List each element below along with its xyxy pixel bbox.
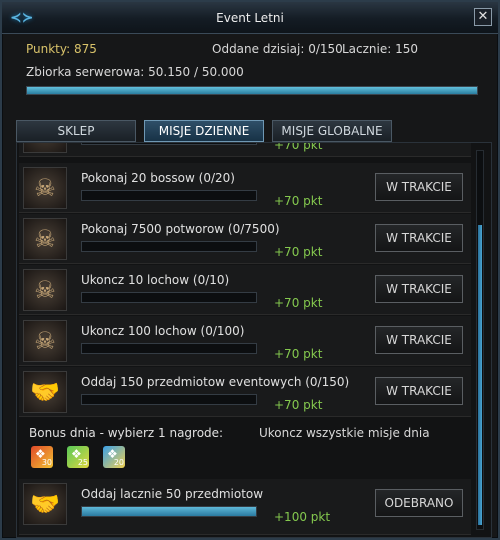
mission-reward: +70 pkt	[274, 142, 323, 152]
mission-progress-fill	[82, 507, 256, 516]
mission-progress-bar	[81, 241, 257, 252]
skull-icon: ☠	[23, 167, 67, 209]
mission-row: ☠ Pokonaj 20 bossow (0/20) +70 pkt W TRA…	[19, 163, 471, 213]
handshake-icon: 🤝	[23, 483, 67, 525]
mission-row: 🤝 Oddaj 150 przedmiotow eventowych (0/15…	[19, 367, 471, 417]
tab-global-missions[interactable]: MISJE GLOBALNE	[272, 120, 392, 142]
mission-row: ☠ +70 pkt	[19, 142, 471, 157]
mission-reward: +70 pkt	[274, 347, 323, 361]
mission-name: Ukoncz 100 lochow (0/100)	[81, 324, 245, 338]
skull-icon: ☠	[23, 320, 67, 362]
given-today-label: Oddane dzisiaj: 0/150	[212, 42, 343, 56]
total-label: Lacznie: 150	[342, 42, 419, 56]
gift-chest-icon[interactable]: ❖ 30	[31, 446, 53, 468]
bonus-hint: Ukoncz wszystkie misje dnia	[259, 426, 430, 440]
skull-icon: ☠	[23, 269, 67, 311]
mission-row: ☠ Ukoncz 10 lochow (0/10) +70 pkt W TRAK…	[19, 265, 471, 315]
title-bar[interactable]: ≺≻ Event Letni ✕	[2, 2, 498, 34]
skull-icon: ☠	[23, 218, 67, 260]
mission-status-button[interactable]: W TRAKCIE	[375, 275, 463, 303]
tab-daily-missions[interactable]: MISJE DZIENNE	[144, 120, 264, 142]
gift-box-icon: ❖	[107, 447, 118, 461]
mission-progress-bar	[81, 394, 257, 405]
mission-reward: +70 pkt	[274, 296, 323, 310]
mission-row: ☠ Ukoncz 100 lochow (0/100) +70 pkt W TR…	[19, 316, 471, 366]
mission-progress-bar	[81, 343, 257, 354]
mission-status-button[interactable]: W TRAKCIE	[375, 377, 463, 405]
mission-name: Oddaj 150 przedmiotow eventowych (0/150)	[81, 375, 350, 389]
mission-name: Pokonaj 20 bossow (0/20)	[81, 171, 235, 185]
close-button[interactable]: ✕	[474, 8, 492, 26]
mission-list: ☠ +70 pkt ☠ Pokonaj 20 bossow (0/20) +70…	[16, 142, 492, 538]
mission-progress-bar	[81, 143, 257, 145]
gift-box-icon: ❖	[71, 447, 82, 461]
mission-status-button[interactable]: W TRAKCIE	[375, 173, 463, 201]
server-collection-label: Zbiorka serwerowa: 50.150 / 50.000	[26, 65, 244, 79]
mission-status-button[interactable]: W TRAKCIE	[375, 224, 463, 252]
event-window: ≺≻ Event Letni ✕ Punkty: 875 Oddane dzis…	[0, 0, 500, 540]
bonus-label: Bonus dnia - wybierz 1 nagrode:	[29, 426, 224, 440]
skull-icon: ☠	[23, 143, 67, 153]
server-progress-fill	[27, 87, 477, 94]
gift-box-icon: ❖	[35, 447, 46, 461]
mission-progress-bar	[81, 190, 257, 201]
window-title: Event Letni	[216, 11, 284, 25]
scrollbar-thumb[interactable]	[478, 225, 482, 525]
mission-status-button[interactable]: W TRAKCIE	[375, 326, 463, 354]
mission-progress-bar	[81, 506, 257, 517]
daily-bonus-panel: Bonus dnia - wybierz 1 nagrode: Ukoncz w…	[19, 419, 471, 477]
tab-shop[interactable]: SKLEP	[16, 120, 136, 142]
mission-reward: +70 pkt	[274, 194, 323, 208]
gift-chest-icon[interactable]: ❖ 20	[103, 446, 125, 468]
mission-reward: +70 pkt	[274, 398, 323, 412]
mission-progress-bar	[81, 292, 257, 303]
mission-reward: +100 pkt	[274, 510, 331, 524]
event-info-panel: Punkty: 875 Oddane dzisiaj: 0/150 Laczni…	[12, 34, 488, 104]
mission-row: 🤝 Oddaj lacznie 50 przedmiotow +100 pkt …	[19, 479, 471, 535]
mission-name: Oddaj lacznie 50 przedmiotow	[81, 487, 264, 501]
mission-reward: +70 pkt	[274, 245, 323, 259]
mission-name: Ukoncz 10 lochow (0/10)	[81, 273, 230, 287]
points-label: Punkty: 875	[26, 42, 97, 56]
mission-row: ☠ Pokonaj 7500 potworow (0/7500) +70 pkt…	[19, 214, 471, 264]
mission-list-scrollbar[interactable]	[476, 150, 484, 530]
gift-chest-icon[interactable]: ❖ 25	[67, 446, 89, 468]
mission-status-button[interactable]: ODEBRANO	[375, 489, 463, 517]
server-progress-bar	[26, 86, 478, 95]
handshake-icon: 🤝	[23, 371, 67, 413]
mission-name: Pokonaj 7500 potworow (0/7500)	[81, 222, 280, 236]
